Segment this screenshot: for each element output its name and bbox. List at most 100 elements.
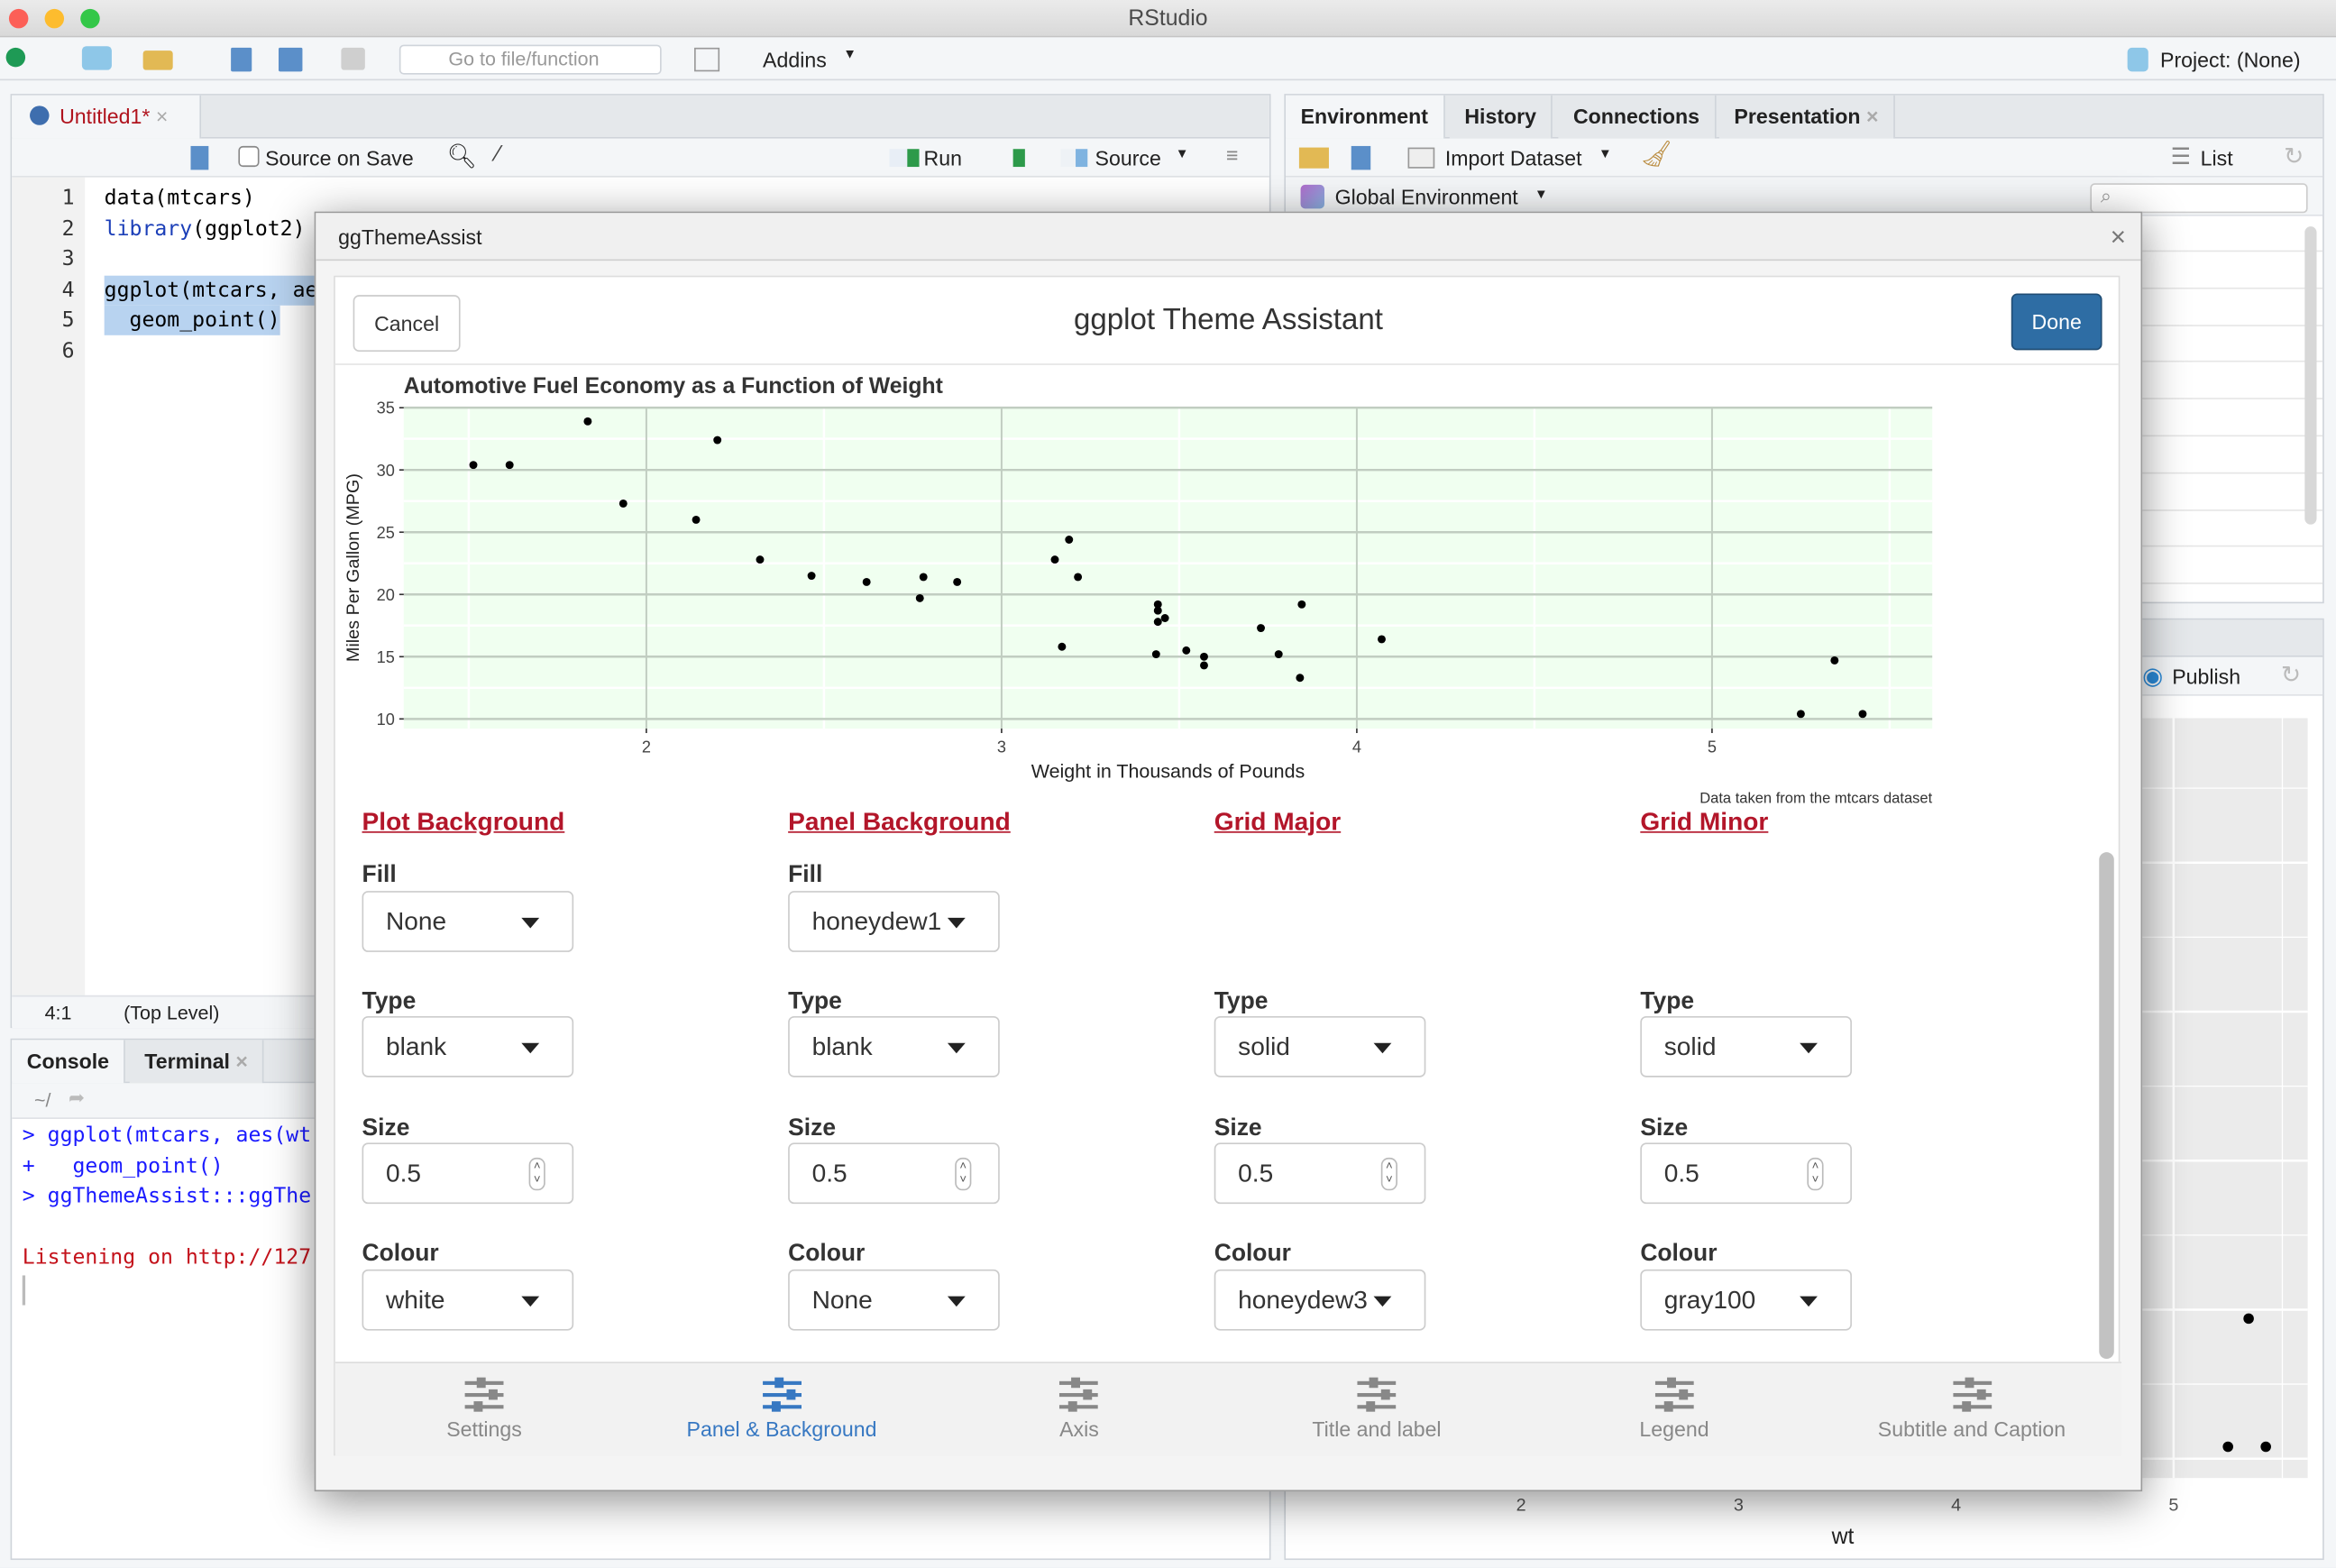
size-input[interactable]: 0.5 ˄ ˅ <box>788 1142 1000 1205</box>
new-project-icon[interactable] <box>81 46 112 70</box>
size-input[interactable]: 0.5 ˄ ˅ <box>1640 1142 1852 1205</box>
tab-connections[interactable]: Connections <box>1558 95 1717 139</box>
size-label: Size <box>1214 1115 1262 1142</box>
type-select[interactable]: solid <box>1640 1015 1852 1077</box>
data-point <box>2260 1441 2271 1453</box>
tab-history[interactable]: History <box>1449 95 1553 139</box>
tab-label: Untitled1* <box>60 104 151 129</box>
tab-console[interactable]: Console <box>12 1040 126 1084</box>
environment-search-input[interactable]: ⌕ <box>2090 183 2308 214</box>
data-point <box>2222 1441 2233 1453</box>
size-input[interactable]: 0.5 ˄ ˅ <box>362 1142 574 1205</box>
minimize-window-button[interactable] <box>44 8 65 29</box>
tab-legend[interactable]: Legend <box>1525 1363 1823 1455</box>
section-title[interactable]: Grid Minor <box>1640 808 1768 838</box>
dialog-header: ggThemeAssist × <box>316 213 2141 261</box>
save-icon[interactable] <box>190 145 209 170</box>
type-value: solid <box>1663 1032 1717 1061</box>
import-dataset-button[interactable]: Import Dataset <box>1445 146 1582 170</box>
run-button[interactable]: Run <box>924 146 962 170</box>
project-icon <box>2127 47 2148 72</box>
type-select[interactable]: blank <box>362 1015 574 1077</box>
tab-environment[interactable]: Environment <box>1286 95 1445 139</box>
new-file-icon[interactable] <box>5 47 26 68</box>
search-icon[interactable]: 🔍︎ <box>447 142 478 171</box>
close-dialog-icon[interactable]: × <box>2111 213 2126 261</box>
tab-panel-background[interactable]: Panel & Background <box>633 1363 930 1455</box>
size-label: Size <box>362 1115 410 1142</box>
chevron-down-icon[interactable]: ▼ <box>1176 146 1189 161</box>
pane-layout-icon[interactable] <box>694 47 720 72</box>
tab-axis[interactable]: Axis <box>930 1363 1228 1455</box>
size-input[interactable]: 0.5 ˄ ˅ <box>1214 1142 1426 1205</box>
type-value: blank <box>385 1032 447 1061</box>
open-file-icon[interactable] <box>142 50 173 70</box>
colour-select[interactable]: white <box>362 1269 574 1331</box>
load-workspace-icon[interactable] <box>1298 147 1329 169</box>
code-line[interactable]: geom_point() <box>104 305 280 335</box>
publish-button[interactable]: Publish <box>2172 665 2240 688</box>
tab-presentation[interactable]: Presentation × <box>1718 95 1895 139</box>
type-label: Type <box>362 989 417 1015</box>
section-title[interactable]: Plot Background <box>362 808 565 838</box>
tab-subtitle-and-caption[interactable]: Subtitle and Caption <box>1823 1363 2121 1455</box>
colour-select[interactable]: honeydew3 <box>1214 1269 1426 1331</box>
save-icon[interactable] <box>231 47 252 72</box>
fill-select[interactable]: None <box>362 891 574 952</box>
tab-settings[interactable]: Settings <box>335 1363 633 1455</box>
code-line[interactable]: library(ggplot2) <box>105 214 306 243</box>
list-icon: ☰ <box>2170 144 2191 170</box>
source-button[interactable]: Source <box>1095 146 1161 170</box>
type-label: Type <box>1214 989 1269 1015</box>
refresh-icon[interactable]: ↻ <box>2281 660 2301 690</box>
controls-scrollbar[interactable] <box>2099 852 2114 1360</box>
colour-select[interactable]: None <box>788 1269 1000 1331</box>
stepper-icon[interactable]: ˄ ˅ <box>955 1157 972 1191</box>
save-workspace-icon[interactable] <box>1351 145 1371 170</box>
stepper-icon[interactable]: ˄ ˅ <box>1380 1157 1397 1191</box>
magic-wand-icon[interactable]: ⁄ <box>496 142 499 167</box>
broom-icon[interactable]: 🧹︎ <box>1640 140 1672 170</box>
tab-terminal[interactable]: Terminal × <box>129 1040 265 1084</box>
save-all-icon[interactable] <box>279 47 303 72</box>
list-view-button[interactable]: List <box>2201 146 2233 170</box>
cursor-position: 4:1 <box>44 1001 72 1024</box>
refresh-icon[interactable]: ↻ <box>2284 142 2304 171</box>
stepper-icon[interactable]: ˄ ˅ <box>528 1157 545 1191</box>
chevron-down-icon: ▼ <box>843 46 857 61</box>
close-tab-icon[interactable]: × <box>235 1049 248 1072</box>
print-icon[interactable] <box>341 47 365 70</box>
addins-menu[interactable]: Addins <box>763 48 827 71</box>
rerun-icon[interactable] <box>998 149 1025 168</box>
fill-select[interactable]: honeydew1 <box>788 891 1000 952</box>
close-tab-icon[interactable]: × <box>1866 105 1879 128</box>
goto-file-input[interactable]: Go to file/function <box>398 44 662 75</box>
outline-icon[interactable]: ≡ <box>1226 143 1239 167</box>
environment-scrollbar[interactable] <box>2304 226 2317 525</box>
goto-directory-icon[interactable]: ➦ <box>69 1087 85 1110</box>
source-on-save-checkbox[interactable] <box>238 145 260 168</box>
caret-down-icon <box>521 1296 540 1307</box>
type-select[interactable]: blank <box>788 1015 1000 1077</box>
tab-title-and-label[interactable]: Title and label <box>1228 1363 1525 1455</box>
size-value: 0.5 <box>385 1159 422 1187</box>
caret-down-icon <box>1800 1042 1818 1054</box>
scope-selector[interactable]: (Top Level) <box>124 1001 219 1023</box>
environment-selector[interactable]: Global Environment <box>1335 185 1518 208</box>
import-dataset-icon <box>1407 147 1435 169</box>
zoom-window-button[interactable] <box>80 8 100 29</box>
close-tab-icon[interactable]: × <box>156 105 169 128</box>
section-title[interactable]: Panel Background <box>788 808 1011 838</box>
project-menu[interactable]: Project: (None) <box>2160 48 2301 71</box>
size-label: Size <box>788 1115 837 1142</box>
close-window-button[interactable] <box>8 8 29 29</box>
type-select[interactable]: solid <box>1214 1015 1426 1077</box>
main-toolbar: Addins ▼ Project: (None) <box>0 38 2336 81</box>
code-line[interactable]: data(mtcars) <box>105 183 255 213</box>
line-number: 6 <box>61 338 75 363</box>
stepper-icon[interactable]: ˄ ˅ <box>1807 1157 1824 1191</box>
tab-label: Terminal <box>144 1049 230 1073</box>
code-line[interactable]: ggplot(mtcars, ae <box>104 274 318 305</box>
section-title[interactable]: Grid Major <box>1214 808 1341 838</box>
colour-select[interactable]: gray100 <box>1640 1269 1852 1331</box>
